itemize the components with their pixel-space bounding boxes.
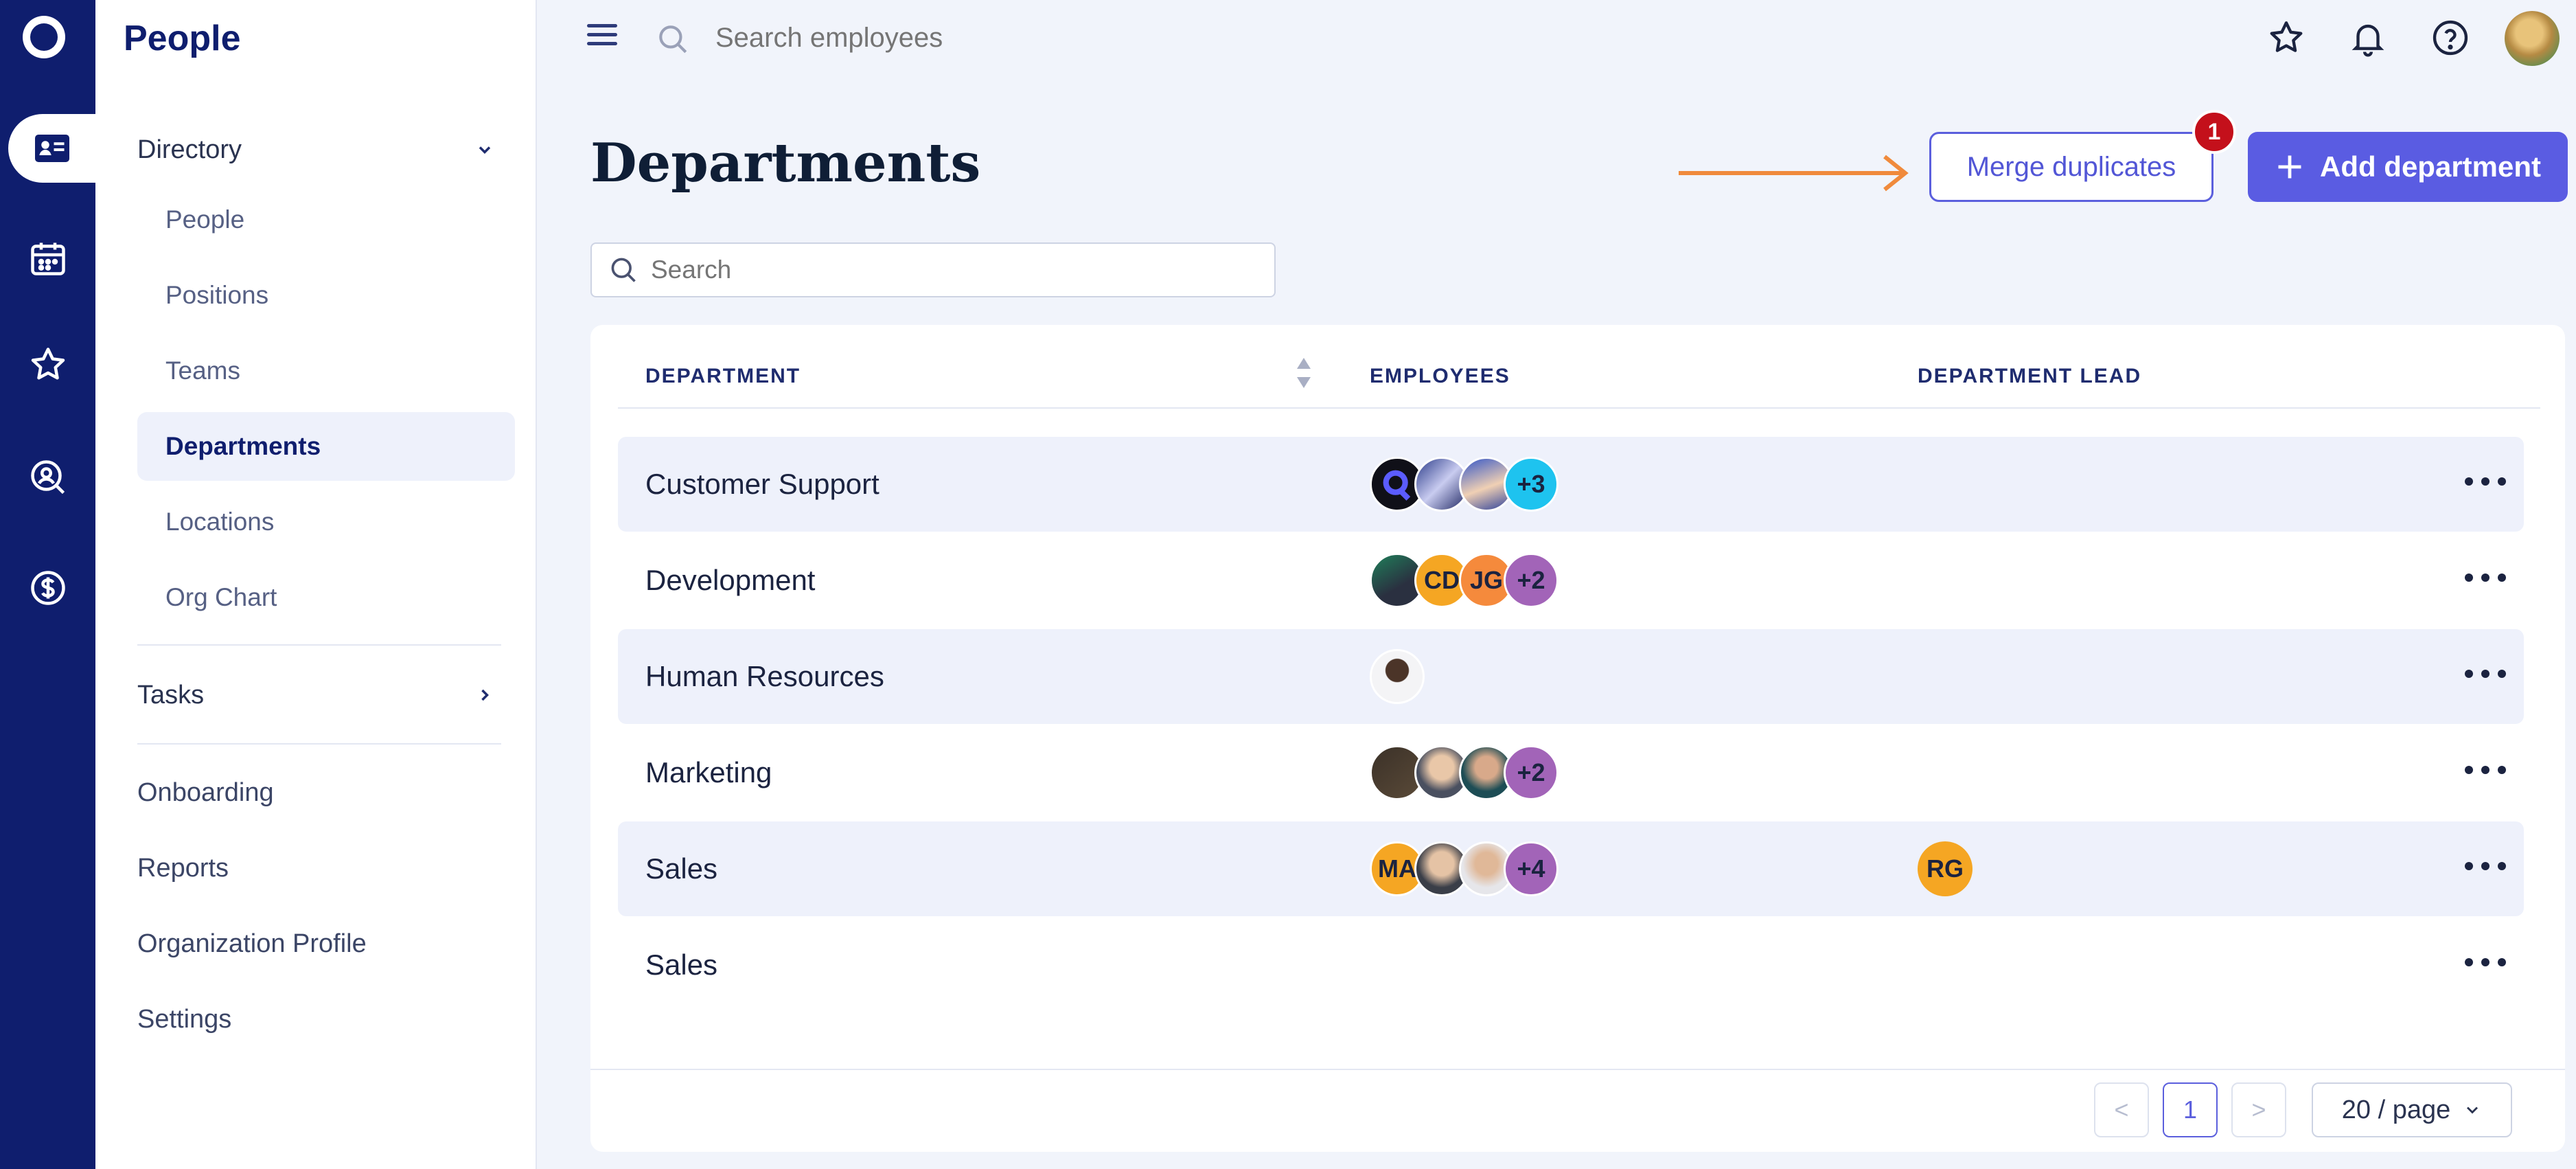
search-person-icon (30, 460, 65, 495)
nav-item-people[interactable]: People (137, 185, 515, 254)
avatar (1370, 649, 1425, 704)
nav-divider (137, 743, 501, 745)
department-name[interactable]: Development (645, 533, 815, 628)
table-row[interactable]: Development CD JG +2 (618, 533, 2524, 628)
add-department-button[interactable]: Add department (2248, 132, 2568, 202)
rail-item-people[interactable] (8, 114, 95, 183)
table-row[interactable]: Marketing +2 (618, 725, 2524, 820)
department-lead-avatar[interactable]: RG (1918, 841, 1973, 896)
nav-link-settings[interactable]: Settings (137, 992, 515, 1047)
rail-item-recruiting[interactable] (0, 443, 95, 512)
page-title: Departments (590, 132, 981, 194)
footer-divider (590, 1069, 2565, 1070)
star-icon (2270, 21, 2303, 52)
rail-item-payroll[interactable] (0, 554, 95, 622)
table-row[interactable]: Sales MA +4 RG (618, 821, 2524, 916)
page-size-value: 20 / page (2341, 1095, 2451, 1124)
nav-group-label: Tasks (137, 680, 205, 710)
user-avatar[interactable] (2505, 11, 2560, 66)
page-size-select[interactable]: 20 / page (2312, 1082, 2512, 1137)
avatar-overflow-count: +4 (1504, 841, 1559, 896)
avatar-overflow-count: +2 (1504, 553, 1559, 608)
nav-link-organization-profile[interactable]: Organization Profile (137, 916, 515, 971)
page-button-current[interactable]: 1 (2163, 1082, 2218, 1137)
nav-item-label: Departments (165, 432, 321, 460)
department-name[interactable]: Marketing (645, 725, 772, 820)
help-button[interactable] (2428, 15, 2473, 60)
nav-item-label: Positions (165, 281, 269, 309)
table-row[interactable]: Sales (618, 918, 2524, 1012)
side-navigation: People Directory People Positions Teams … (95, 0, 537, 1169)
dollar-icon (30, 571, 65, 605)
annotation-arrow-icon (1679, 155, 1909, 192)
nav-item-label: People (165, 205, 245, 234)
row-more-options-icon[interactable] (2465, 567, 2506, 588)
plus-icon (2278, 155, 2301, 179)
department-search[interactable] (590, 242, 1276, 297)
avatar-overflow-count: +3 (1504, 457, 1559, 512)
search-icon (659, 25, 687, 54)
favorites-button[interactable] (2264, 15, 2309, 60)
star-icon (31, 348, 65, 380)
nav-item-label: Org Chart (165, 583, 277, 611)
logo-inner (30, 23, 58, 51)
table-row[interactable]: Customer Support +3 (618, 437, 2524, 532)
departments-table: DEPARTMENT EMPLOYEES DEPARTMENT LEAD Cus… (590, 325, 2565, 1152)
avatar-overflow-count: +2 (1504, 745, 1559, 800)
nav-group-tasks[interactable]: Tasks (137, 668, 515, 723)
nav-group-label: Directory (137, 135, 242, 164)
bell-icon (2351, 24, 2384, 57)
prev-page-button[interactable]: < (2094, 1082, 2149, 1137)
search-icon (611, 258, 636, 282)
department-name[interactable]: Sales (645, 821, 717, 916)
nav-item-positions[interactable]: Positions (137, 261, 515, 330)
brand-logo-icon (1383, 470, 1411, 501)
help-icon (2433, 20, 2468, 56)
next-page-button[interactable]: > (2231, 1082, 2286, 1137)
calendar-icon (30, 242, 65, 275)
app-title: People (124, 19, 241, 58)
merge-count-badge: 1 (2192, 110, 2236, 154)
row-more-options-icon[interactable] (2465, 952, 2506, 973)
rail-item-favorites[interactable] (0, 330, 95, 399)
nav-item-org-chart[interactable]: Org Chart (137, 563, 515, 632)
chevron-down-icon (479, 146, 491, 154)
menu-icon[interactable] (587, 24, 617, 52)
add-department-label: Add department (2319, 150, 2541, 183)
nav-link-reports[interactable]: Reports (137, 841, 515, 896)
employee-search-input[interactable] (715, 21, 1265, 55)
merge-duplicates-button[interactable]: Merge duplicates (1929, 132, 2213, 202)
nav-item-departments[interactable]: Departments (137, 412, 515, 481)
nav-divider (137, 644, 501, 646)
header-divider (618, 407, 2540, 409)
nav-item-label: Teams (165, 356, 240, 385)
chevron-right-icon (481, 689, 489, 701)
app-rail (0, 0, 95, 1169)
sort-icon[interactable] (1294, 352, 1313, 394)
id-card-icon (34, 135, 69, 162)
department-name[interactable]: Customer Support (645, 437, 879, 532)
table-row[interactable]: Human Resources (618, 629, 2524, 724)
column-header-employees: EMPLOYEES (1370, 365, 1510, 387)
rail-item-calendar[interactable] (0, 224, 95, 293)
department-search-input[interactable] (651, 256, 1269, 284)
row-more-options-icon[interactable] (2465, 760, 2506, 780)
row-more-options-icon[interactable] (2465, 471, 2506, 492)
column-header-department[interactable]: DEPARTMENT (645, 365, 801, 388)
row-more-options-icon[interactable] (2465, 856, 2506, 876)
nav-item-teams[interactable]: Teams (137, 337, 515, 405)
department-name[interactable]: Sales (645, 918, 717, 1012)
nav-item-locations[interactable]: Locations (137, 488, 515, 556)
nav-link-onboarding[interactable]: Onboarding (137, 765, 515, 820)
nav-group-directory[interactable]: Directory (137, 122, 515, 177)
row-more-options-icon[interactable] (2465, 663, 2506, 684)
department-name[interactable]: Human Resources (645, 629, 884, 724)
notifications-button[interactable] (2345, 15, 2391, 60)
nav-item-label: Locations (165, 508, 275, 536)
app-logo[interactable] (23, 16, 65, 58)
chevron-down-icon (2467, 1106, 2479, 1114)
column-header-department-lead: DEPARTMENT LEAD (1918, 365, 2142, 387)
